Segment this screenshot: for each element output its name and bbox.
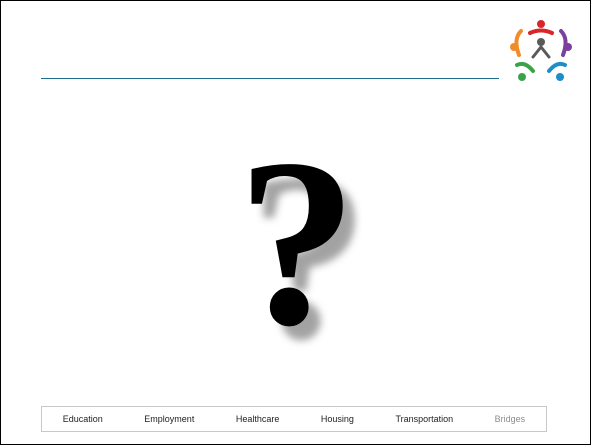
- nav-item-bridges[interactable]: Bridges: [495, 414, 526, 424]
- nav-item-education[interactable]: Education: [63, 414, 103, 424]
- topic-nav-bar: Education Employment Healthcare Housing …: [41, 406, 547, 432]
- title-divider: [41, 78, 499, 79]
- people-circle-logo: [510, 20, 572, 81]
- slide: ? ? Education Employment Healthcare Hous…: [0, 0, 591, 445]
- question-mark-icon: ? ?: [237, 141, 369, 356]
- question-mark-glyph: ?: [237, 141, 357, 356]
- nav-item-housing[interactable]: Housing: [321, 414, 354, 424]
- nav-item-healthcare[interactable]: Healthcare: [236, 414, 280, 424]
- nav-item-employment[interactable]: Employment: [144, 414, 194, 424]
- nav-item-transportation[interactable]: Transportation: [395, 414, 453, 424]
